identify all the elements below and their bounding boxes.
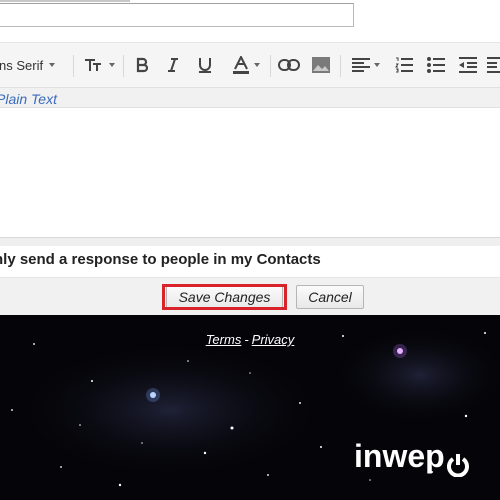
message-editor[interactable] xyxy=(0,108,500,238)
chevron-down-icon xyxy=(108,63,115,67)
footer: Terms - Privacy inwep xyxy=(0,315,500,500)
underline-icon xyxy=(197,57,213,73)
italic-button[interactable] xyxy=(161,43,185,87)
underline-button[interactable] xyxy=(193,43,217,87)
top-divider xyxy=(0,0,130,2)
numbered-list-button[interactable] xyxy=(392,43,416,87)
footer-links: Terms - Privacy xyxy=(0,332,500,347)
chevron-down-icon xyxy=(49,63,56,67)
text-color-button[interactable] xyxy=(226,43,266,87)
formatting-toolbar: ns Serif xyxy=(0,42,500,88)
chevron-down-icon xyxy=(254,63,260,67)
action-bar: Save Changes Cancel xyxy=(0,278,500,315)
section-divider xyxy=(0,238,500,246)
indent-more-button[interactable] xyxy=(486,43,500,87)
toolbar-divider xyxy=(340,55,341,77)
inwepo-logo-power-icon xyxy=(447,454,469,477)
font-size-button[interactable] xyxy=(80,43,118,87)
bulleted-list-button[interactable] xyxy=(424,43,448,87)
align-button[interactable] xyxy=(346,43,386,87)
italic-icon xyxy=(166,57,180,73)
insert-image-button[interactable] xyxy=(309,43,333,87)
subject-area xyxy=(0,0,500,42)
toolbar-divider xyxy=(73,55,74,77)
bulleted-list-icon xyxy=(427,57,445,73)
cancel-button[interactable]: Cancel xyxy=(296,285,364,309)
font-family-label: ns Serif xyxy=(0,57,44,73)
text-color-icon xyxy=(232,56,250,74)
plain-text-bar: Plain Text xyxy=(0,88,500,108)
link-separator: - xyxy=(244,332,249,347)
toolbar-divider xyxy=(123,55,124,77)
indent-more-icon xyxy=(487,57,500,73)
inwepo-watermark: inwep xyxy=(354,438,445,474)
plain-text-link[interactable]: Plain Text xyxy=(0,91,57,107)
font-family-select[interactable]: ns Serif xyxy=(0,43,72,87)
chevron-down-icon xyxy=(374,63,380,67)
link-button[interactable] xyxy=(276,43,302,87)
bold-button[interactable] xyxy=(130,43,154,87)
contacts-only-label: nly send a response to people in my Cont… xyxy=(0,251,321,268)
privacy-link[interactable]: Privacy xyxy=(252,332,295,347)
image-icon xyxy=(312,57,330,73)
indent-less-button[interactable] xyxy=(456,43,480,87)
subject-input[interactable] xyxy=(0,3,354,27)
link-icon xyxy=(278,59,300,71)
bold-icon xyxy=(135,57,149,73)
terms-link[interactable]: Terms xyxy=(206,332,242,347)
contacts-only-option[interactable]: nly send a response to people in my Cont… xyxy=(0,246,500,278)
align-icon xyxy=(352,57,370,73)
font-size-icon xyxy=(84,57,106,73)
toolbar-divider xyxy=(270,55,271,77)
numbered-list-icon xyxy=(395,57,413,73)
indent-less-icon xyxy=(459,57,477,73)
save-changes-button[interactable]: Save Changes xyxy=(166,285,283,309)
